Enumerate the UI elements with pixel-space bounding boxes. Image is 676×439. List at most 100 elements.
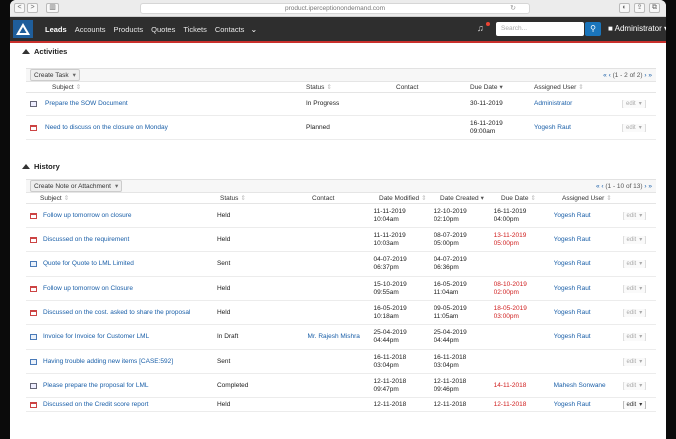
col-assigned[interactable]: Assigned User ⇕ [562, 194, 632, 202]
subject-cell: Please prepare the proposal for LML [26, 382, 217, 390]
menu-contacts[interactable]: Contacts [211, 25, 249, 34]
user-menu[interactable]: ■ Administrator ▾ [608, 24, 666, 33]
col-date-created[interactable]: Date Created ▾ [440, 194, 501, 202]
assigned-user-link[interactable]: Yogesh Raut [554, 285, 623, 293]
subject-link[interactable]: Please prepare the proposal for LML [43, 382, 149, 390]
first-page-icon[interactable]: « [596, 183, 600, 190]
edit-button[interactable]: edit ▾ [622, 333, 647, 341]
forward-icon[interactable]: > [27, 3, 38, 13]
last-page-icon[interactable]: » [648, 72, 652, 79]
assigned-user-link[interactable]: Yogesh Raut [554, 236, 623, 244]
subject-link[interactable]: Invoice for Invoice for Customer LML [43, 333, 149, 341]
prev-page-icon[interactable]: ‹ [601, 183, 603, 190]
share-icon[interactable]: ⇪ [634, 3, 645, 13]
col-status[interactable]: Status ⇕ [306, 83, 396, 91]
col-due-date[interactable]: Due Date ▾ [470, 83, 534, 91]
menu-products[interactable]: Products [110, 25, 148, 34]
tabs-icon[interactable]: ⧉ [649, 3, 660, 13]
edit-label: edit [626, 124, 636, 131]
subject-link[interactable]: Need to discuss on the closure on Monday [45, 124, 168, 132]
date-value: 16-05-2019 [433, 280, 467, 288]
assigned-user-link[interactable]: Administrator [534, 100, 622, 108]
edit-button[interactable]: edit ▾ [622, 235, 647, 244]
assigned-user-link[interactable]: Yogesh Raut [554, 401, 623, 409]
logo-icon[interactable] [13, 20, 33, 38]
activities-section-header[interactable]: Activities [10, 43, 666, 60]
edit-button[interactable]: edit ▾ [622, 357, 647, 366]
subject-link[interactable]: Discussed on the requirement [43, 236, 129, 244]
date-value: 12-11-2018 [433, 377, 467, 385]
chevron-down-icon: ▾ [639, 212, 643, 219]
edit-button[interactable]: edit ▾ [622, 211, 647, 220]
col-subject[interactable]: Subject ⇕ [26, 194, 220, 202]
chevron-down-icon[interactable]: ⌄ [250, 25, 257, 34]
col-subject[interactable]: Subject ⇕ [26, 83, 306, 91]
col-date-modified[interactable]: Date Modified ⇕ [379, 194, 440, 202]
date-value: 12-11-2018 [373, 377, 407, 385]
assigned-user-link[interactable]: Yogesh Raut [554, 260, 623, 268]
edit-button[interactable]: edit ▾ [622, 400, 647, 409]
edit-button[interactable]: edit ▾ [622, 284, 647, 293]
browser-chrome: < > ▥ product.iperceptionondemand.com ↻ … [10, 0, 666, 17]
menu-accounts[interactable]: Accounts [71, 25, 110, 34]
last-page-icon[interactable]: » [648, 183, 652, 190]
status-cell: Held [216, 235, 231, 243]
search-input[interactable]: Search... [496, 22, 584, 36]
subject-link[interactable]: Having trouble adding new items [CASE:59… [43, 358, 173, 366]
edit-label: edit [626, 334, 637, 340]
prev-page-icon[interactable]: ‹ [609, 72, 611, 79]
subject-link[interactable]: Follow up tomorrow on Closure [43, 285, 133, 293]
table-row: Discussed on the Credit score report Held… [26, 398, 656, 412]
edit-label: edit [626, 382, 637, 389]
chevron-down-icon: ▾ [639, 236, 643, 243]
edit-button[interactable]: edit ▾ [622, 100, 646, 108]
section-title: History [34, 162, 60, 171]
time-value: 11:05am [433, 312, 459, 320]
time-value: 03:00pm [493, 312, 519, 320]
privacy-icon[interactable]: ◐ [619, 3, 630, 13]
col-contact[interactable]: Contact [396, 84, 470, 91]
pagination: « ‹ (1 - 10 of 13) › » [596, 183, 652, 190]
assigned-user-link[interactable]: Yogesh Raut [554, 309, 623, 317]
subject-cell: Discussed on the requirement [26, 236, 217, 244]
address-bar[interactable]: product.iperceptionondemand.com [140, 3, 530, 14]
history-section-header[interactable]: History [10, 158, 666, 175]
edit-button[interactable]: edit ▾ [622, 308, 647, 317]
sidebar-icon[interactable]: ▥ [46, 3, 59, 13]
next-page-icon[interactable]: › [644, 72, 646, 79]
menu-quotes[interactable]: Quotes [147, 25, 179, 34]
create-note-button[interactable]: Create Note or Attachment ▾ [30, 180, 123, 192]
menu-leads[interactable]: Leads [41, 25, 71, 34]
time-value: 02:00pm [493, 288, 519, 296]
date-modified-cell: 11-11-2019 10:04am [373, 208, 433, 224]
browser-window: < > ▥ product.iperceptionondemand.com ↻ … [10, 0, 666, 439]
back-icon[interactable]: < [14, 3, 25, 13]
col-assigned[interactable]: Assigned User ⇕ [534, 83, 622, 91]
subject-link[interactable]: Discussed on the Credit score report [43, 401, 149, 409]
assigned-user-link[interactable]: Yogesh Raut [554, 212, 623, 220]
menu-tickets[interactable]: Tickets [179, 25, 210, 34]
col-due-date[interactable]: Due Date ⇕ [501, 194, 562, 202]
subject-link[interactable]: Discussed on the cost. asked to share th… [43, 309, 190, 317]
edit-button[interactable]: edit ▾ [622, 260, 647, 268]
first-page-icon[interactable]: « [603, 72, 607, 79]
search-button[interactable]: ⚲ [585, 22, 601, 36]
assigned-user-link[interactable]: Yogesh Raut [554, 333, 623, 341]
subject-link[interactable]: Quote for Quote to LML Limited [43, 260, 134, 268]
calendar-icon [30, 285, 37, 292]
notification-bell-icon[interactable]: ♫ [477, 22, 490, 35]
create-task-button[interactable]: Create Task ▾ [30, 69, 80, 81]
contact-link[interactable]: Mr. Rajesh Mishra [308, 333, 374, 341]
edit-button[interactable]: edit ▾ [622, 123, 646, 132]
time-value: 04:44pm [373, 337, 399, 344]
assigned-user-link[interactable]: Yogesh Raut [534, 124, 622, 132]
reload-icon[interactable]: ↻ [510, 4, 516, 12]
subject-link[interactable]: Prepare the SOW Document [45, 100, 128, 108]
edit-button[interactable]: edit ▾ [622, 381, 647, 390]
next-page-icon[interactable]: › [644, 183, 646, 190]
assigned-user-link[interactable]: Mahesh Sonwane [554, 382, 623, 390]
subject-link[interactable]: Follow up tomorrow on closure [43, 212, 132, 220]
col-contact[interactable]: Contact [312, 195, 379, 202]
date-value: 30-11-2019 [470, 100, 503, 107]
col-status[interactable]: Status ⇕ [220, 194, 312, 202]
